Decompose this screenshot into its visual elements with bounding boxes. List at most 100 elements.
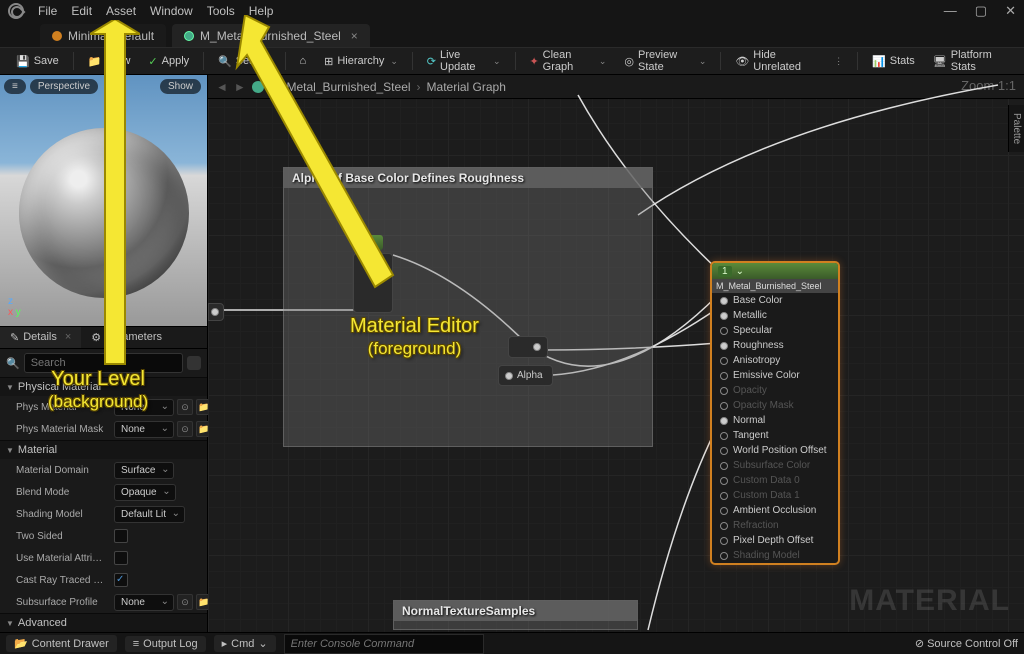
- pin-refraction[interactable]: Refraction: [712, 518, 838, 533]
- browse-button[interactable]: 📁Brow: [80, 51, 139, 72]
- two-sided-checkbox[interactable]: [114, 529, 128, 543]
- reroute-node[interactable]: [208, 303, 224, 321]
- preview-state-button[interactable]: ◎Preview State⌄: [616, 45, 714, 77]
- settings-icon[interactable]: [187, 356, 201, 370]
- live-update-button[interactable]: ⟳Live Update⌄: [419, 45, 509, 77]
- window-minimize-button[interactable]: —: [944, 3, 957, 19]
- pin-custom-data-0[interactable]: Custom Data 0: [712, 473, 838, 488]
- cmd-button[interactable]: ▸ Cmd ⌄: [214, 635, 276, 652]
- use-selected-button[interactable]: ⊙: [177, 421, 193, 437]
- menu-edit[interactable]: Edit: [71, 4, 92, 18]
- tab-level[interactable]: Minimal_Default: [40, 24, 166, 47]
- viewport-menu[interactable]: ≡: [4, 79, 26, 94]
- hide-unrelated-options[interactable]: ⋮: [824, 52, 851, 71]
- clean-graph-button[interactable]: ✦Clean Graph⌄: [521, 45, 614, 77]
- pin-subsurface-color[interactable]: Subsurface Color: [712, 458, 838, 473]
- console-input[interactable]: [284, 634, 484, 654]
- pin-roughness[interactable]: Roughness: [712, 338, 838, 353]
- section-advanced[interactable]: Advanced: [0, 613, 207, 632]
- material-icon: [252, 81, 264, 93]
- breadcrumb-leaf: Material Graph: [427, 80, 506, 94]
- breadcrumb-root[interactable]: M_Metal_Burnished_Steel: [270, 80, 411, 94]
- phys-material-mask-dropdown[interactable]: None: [114, 421, 174, 438]
- pin-normal[interactable]: Normal: [712, 413, 838, 428]
- material-domain-dropdown[interactable]: Surface: [114, 462, 174, 479]
- document-tabbar: Minimal_Default M_Metal_Burnished_Steel …: [0, 22, 1024, 47]
- material-graph[interactable]: ◄ ► M_Metal_Burnished_Steel › Material G…: [208, 75, 1024, 632]
- use-selected-button[interactable]: ⊙: [177, 594, 193, 610]
- nav-back-icon[interactable]: ◄: [216, 80, 228, 94]
- window-close-button[interactable]: ✕: [1005, 3, 1016, 19]
- details-search-input[interactable]: [24, 353, 183, 373]
- blend-mode-dropdown[interactable]: Opaque: [114, 484, 176, 501]
- material-icon: [184, 31, 194, 41]
- save-button[interactable]: 💾Save: [8, 51, 67, 72]
- axis-gizmo-icon: zx y: [8, 296, 21, 318]
- shading-model-dropdown[interactable]: Default Lit: [114, 506, 185, 523]
- menu-file[interactable]: File: [38, 4, 57, 18]
- menu-asset[interactable]: Asset: [106, 4, 136, 18]
- pin-ambient-occlusion[interactable]: Ambient Occlusion: [712, 503, 838, 518]
- pin-opacity-mask[interactable]: Opacity Mask: [712, 398, 838, 413]
- pin-tangent[interactable]: Tangent: [712, 428, 838, 443]
- home-button[interactable]: ⌂: [291, 51, 314, 71]
- comment-box-alpha-roughness[interactable]: Alpha Of Base Color Defines Roughness: [283, 167, 653, 447]
- pin-base-color[interactable]: Base Color: [712, 293, 838, 308]
- section-physical-material[interactable]: Physical Material: [0, 377, 207, 396]
- output-log-button[interactable]: ≡ Output Log: [125, 636, 206, 652]
- preview-viewport[interactable]: ≡ Perspective Show zx y: [0, 75, 207, 327]
- close-icon[interactable]: ×: [351, 29, 358, 43]
- window-maximize-button[interactable]: ▢: [975, 3, 987, 19]
- content-drawer-button[interactable]: 📂 Content Drawer: [6, 635, 117, 652]
- hierarchy-button[interactable]: ⊞Hierarchy⌄: [316, 51, 406, 72]
- node-body[interactable]: [353, 253, 393, 313]
- tab-label: Minimal_Default: [68, 29, 154, 43]
- menubar: File Edit Asset Window Tools Help — ▢ ✕: [0, 0, 1024, 22]
- use-material-attr-checkbox[interactable]: [114, 551, 128, 565]
- tab-material[interactable]: M_Metal_Burnished_Steel ×: [172, 24, 370, 47]
- menu-window[interactable]: Window: [150, 4, 193, 18]
- pin-specular[interactable]: Specular: [712, 323, 838, 338]
- pin-anisotropy[interactable]: Anisotropy: [712, 353, 838, 368]
- search-button[interactable]: 🔍Search: [210, 51, 279, 72]
- comment-title: Alpha Of Base Color Defines Roughness: [284, 168, 652, 188]
- tab-label: M_Metal_Burnished_Steel: [200, 29, 341, 43]
- stats-button[interactable]: 📊Stats: [864, 51, 923, 72]
- menu-help[interactable]: Help: [249, 4, 274, 18]
- platform-stats-button[interactable]: 🖥Platform Stats: [925, 45, 1016, 77]
- cast-ray-traced-checkbox[interactable]: [114, 573, 128, 587]
- pin-shading-model[interactable]: Shading Model: [712, 548, 838, 563]
- source-control-button[interactable]: ⊘ Source Control Off: [915, 637, 1018, 650]
- alpha-node[interactable]: Alpha: [498, 365, 553, 386]
- menu-tools[interactable]: Tools: [207, 4, 235, 18]
- palette-tab[interactable]: Palette: [1008, 105, 1024, 152]
- subsurface-profile-dropdown[interactable]: None: [114, 594, 174, 611]
- tab-parameters[interactable]: ⚙ Parameters: [81, 327, 172, 348]
- main-toolbar: 💾Save 📁Brow ✓Apply 🔍Search ⌂ ⊞Hierarchy⌄…: [0, 47, 1024, 75]
- pin-emissive-color[interactable]: Emissive Color: [712, 368, 838, 383]
- phys-material-dropdown[interactable]: None: [114, 399, 174, 416]
- pin-opacity[interactable]: Opacity: [712, 383, 838, 398]
- home-icon: ⌂: [299, 55, 306, 67]
- viewport-show[interactable]: Show: [160, 79, 201, 94]
- tab-details[interactable]: ✎ Details ×: [0, 327, 81, 348]
- search-icon: 🔍: [6, 357, 20, 370]
- material-output-node[interactable]: 1⌄ M_Metal_Burnished_Steel Base ColorMet…: [710, 261, 840, 565]
- unreal-logo-icon: [8, 3, 24, 19]
- level-icon: [52, 31, 62, 41]
- section-material[interactable]: Material: [0, 440, 207, 459]
- hide-unrelated-button[interactable]: 👁Hide Unrelated: [727, 45, 822, 77]
- viewport-perspective[interactable]: Perspective: [30, 79, 98, 94]
- breadcrumb: ◄ ► M_Metal_Burnished_Steel › Material G…: [208, 75, 1024, 99]
- pin-pixel-depth-offset[interactable]: Pixel Depth Offset: [712, 533, 838, 548]
- pin-custom-data-1[interactable]: Custom Data 1: [712, 488, 838, 503]
- pin-world-position-offset[interactable]: World Position Offset: [712, 443, 838, 458]
- node-output[interactable]: [508, 336, 548, 358]
- use-selected-button[interactable]: ⊙: [177, 399, 193, 415]
- pin-metallic[interactable]: Metallic: [712, 308, 838, 323]
- apply-button[interactable]: ✓Apply: [140, 51, 197, 72]
- comment-box-normal[interactable]: NormalTextureSamples: [393, 600, 638, 630]
- nav-fwd-icon[interactable]: ►: [234, 80, 246, 94]
- node-multiply[interactable]: ⌄: [358, 235, 383, 250]
- material-watermark: MATERIAL: [849, 584, 1010, 618]
